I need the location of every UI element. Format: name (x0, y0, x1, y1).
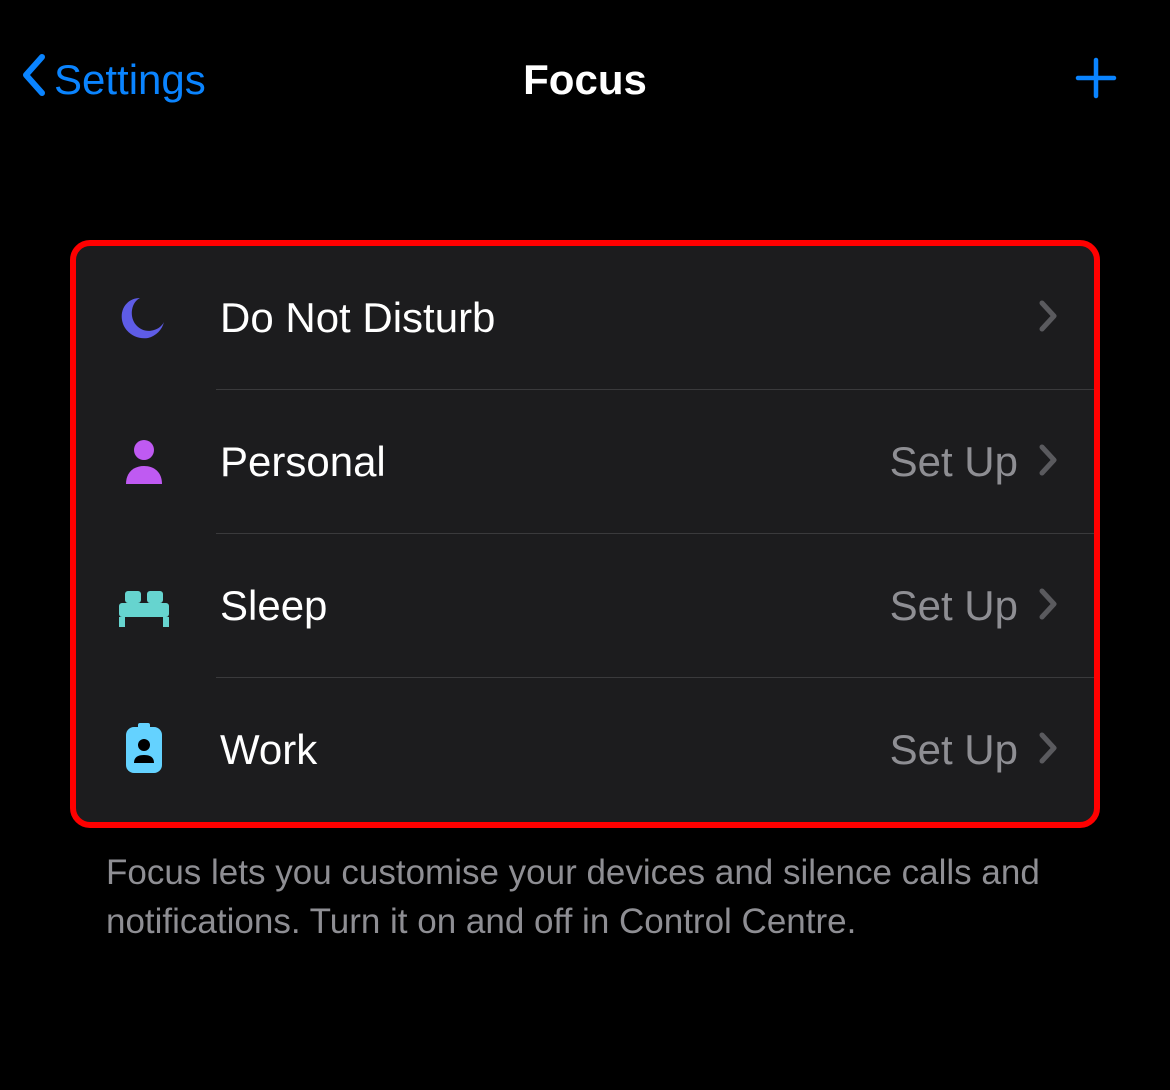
focus-item-work[interactable]: Work Set Up (76, 678, 1094, 822)
focus-modes-list: Do Not Disturb Personal Set Up (70, 240, 1100, 828)
chevron-right-icon (1038, 731, 1058, 770)
page-title: Focus (523, 56, 647, 104)
focus-label: Sleep (220, 582, 890, 630)
focus-label: Work (220, 726, 890, 774)
focus-status: Set Up (890, 726, 1018, 774)
footer-description: Focus lets you customise your devices an… (70, 828, 1100, 946)
content-area: Do Not Disturb Personal Set Up (0, 140, 1170, 946)
focus-label: Personal (220, 438, 890, 486)
badge-icon (112, 718, 176, 782)
back-button[interactable]: Settings (20, 53, 206, 107)
person-icon (112, 430, 176, 494)
focus-label: Do Not Disturb (220, 294, 1018, 342)
chevron-right-icon (1038, 443, 1058, 482)
focus-status: Set Up (890, 582, 1018, 630)
plus-icon (1072, 89, 1120, 106)
add-button[interactable] (1062, 44, 1150, 117)
focus-item-do-not-disturb[interactable]: Do Not Disturb (76, 246, 1094, 390)
focus-status: Set Up (890, 438, 1018, 486)
back-label: Settings (54, 56, 206, 104)
chevron-left-icon (20, 53, 46, 107)
moon-icon (112, 286, 176, 350)
chevron-right-icon (1038, 587, 1058, 626)
focus-item-personal[interactable]: Personal Set Up (76, 390, 1094, 534)
bed-icon (112, 574, 176, 638)
navigation-bar: Settings Focus (0, 0, 1170, 140)
chevron-right-icon (1038, 299, 1058, 338)
focus-item-sleep[interactable]: Sleep Set Up (76, 534, 1094, 678)
